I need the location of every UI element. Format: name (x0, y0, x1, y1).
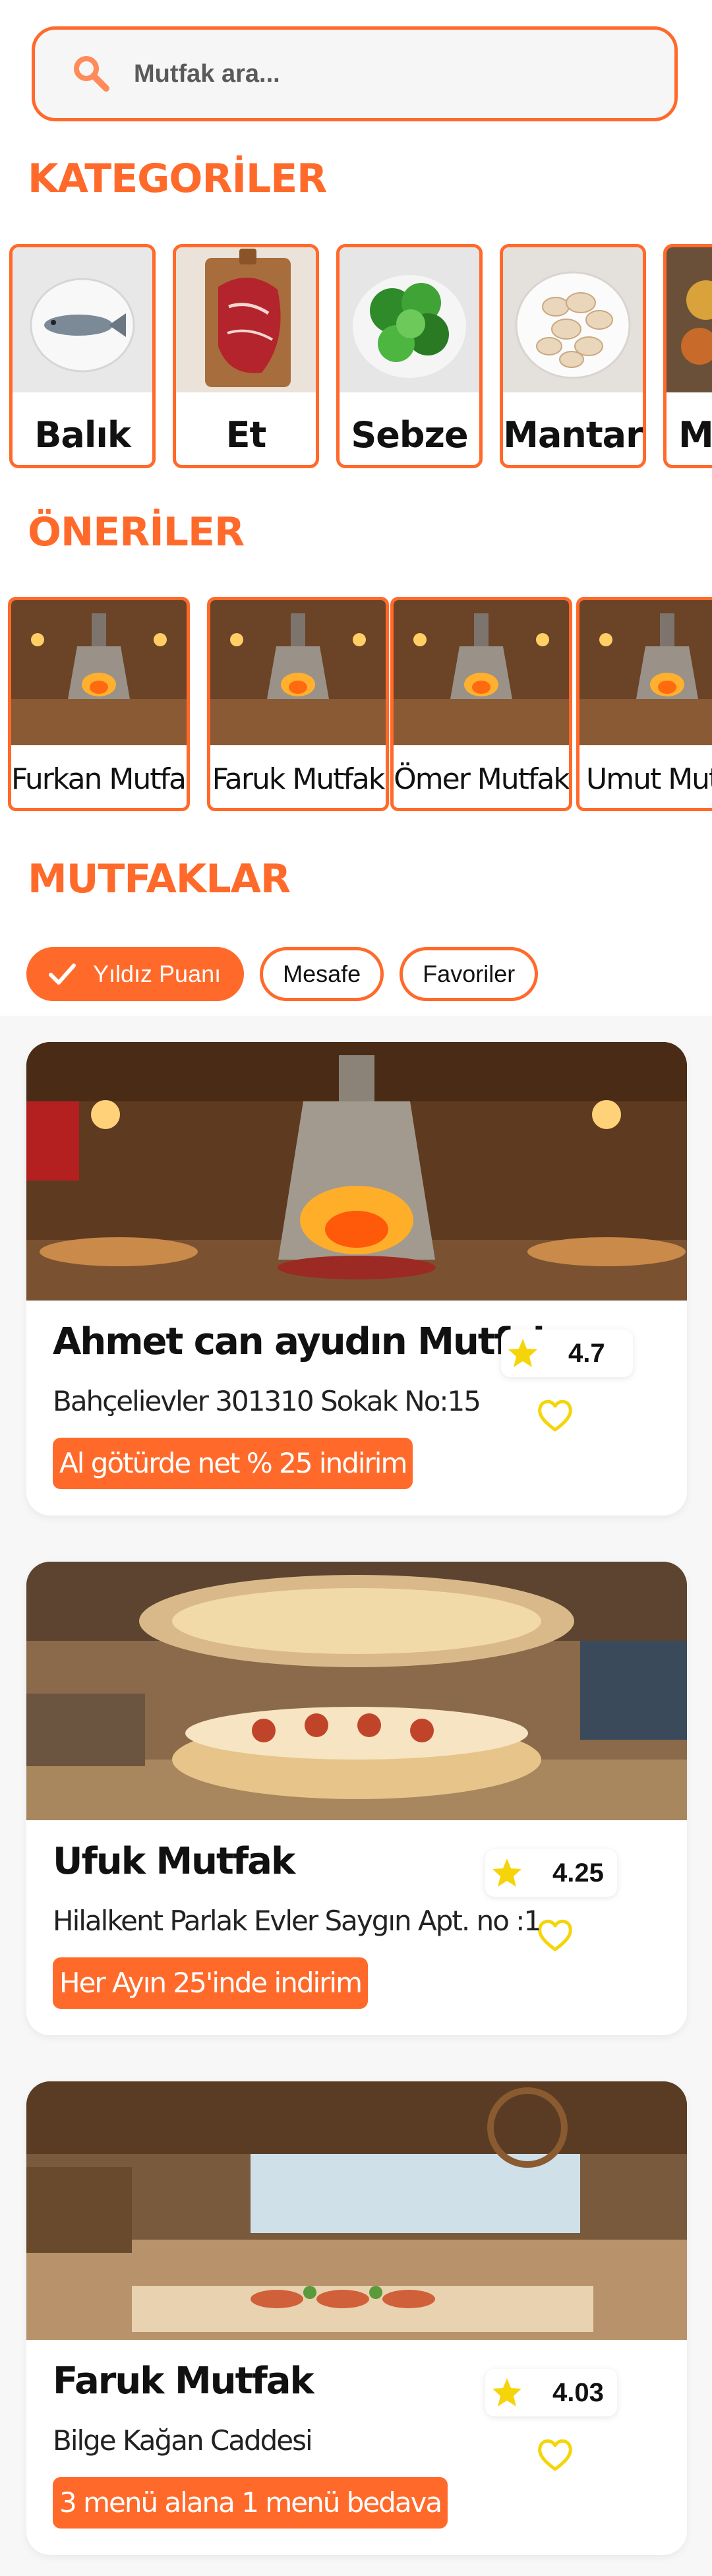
kitchen-name: Faruk Mutfak (53, 2360, 314, 2403)
search-input[interactable] (133, 59, 636, 89)
kitchen-image (26, 1562, 687, 1820)
suggestions-title: ÖNERİLER (28, 509, 245, 555)
suggestion-card[interactable]: Umut Mutfak (576, 597, 712, 811)
promo-badge: Al götürde net % 25 indirim (53, 1438, 413, 1489)
category-label: M (678, 414, 712, 456)
meat-image (176, 247, 316, 392)
category-card-meat[interactable]: Et (173, 244, 319, 468)
star-icon (508, 1339, 537, 1367)
suggestion-label: Faruk Mutfak (212, 762, 386, 796)
kitchen-address: Bahçelievler 301310 Sokak No:15 (53, 1385, 481, 1417)
category-label: Mantar (503, 414, 643, 456)
categories-title: KATEGORİLER (28, 156, 327, 202)
rating-badge: 4.7 (501, 1330, 633, 1377)
filter-distance-chip[interactable]: Mesafe (260, 947, 384, 1001)
search-bar[interactable] (32, 26, 678, 121)
rating-value: 4.03 (552, 2377, 604, 2407)
category-card-mushroom[interactable]: Mantar (500, 244, 646, 468)
heart-icon[interactable] (535, 1395, 575, 1435)
kitchens-title: MUTFAKLAR (28, 856, 291, 902)
filter-label: Yıldız Puanı (93, 960, 222, 987)
promo-badge: Her Ayın 25'inde indirim (53, 1957, 369, 2009)
promo-badge: 3 menü alana 1 menü bedava (53, 2477, 448, 2529)
suggestion-card[interactable]: Ömer Mutfak (390, 597, 572, 811)
heart-icon[interactable] (535, 2435, 575, 2474)
filter-rating-chip[interactable]: Yıldız Puanı (26, 947, 245, 1001)
category-card-vegetables[interactable]: Sebze (336, 244, 483, 468)
kitchen-address: Hilalkent Parlak Evler Saygın Apt. no :1 (53, 1905, 541, 1937)
restaurant-image (210, 600, 386, 745)
rating-badge: 4.25 (485, 1849, 617, 1897)
kitchen-card[interactable]: Faruk Mutfak 4.03 Bilge Kağan Caddesi 3 … (26, 2081, 687, 2555)
category-label: Et (225, 414, 267, 456)
restaurant-image (579, 600, 712, 745)
kitchen-image (26, 1042, 687, 1301)
fish-image (13, 247, 152, 392)
suggestion-label: Ömer Mutfak (394, 762, 569, 796)
kitchen-image (26, 2081, 687, 2340)
mushroom-image (503, 247, 643, 392)
category-label: Balık (34, 414, 131, 456)
category-label: Sebze (351, 414, 468, 456)
search-icon (74, 56, 109, 92)
suggestions-carousel[interactable]: Furkan Mutfak Faruk Mutfak Ömer Mutfak U… (8, 597, 712, 814)
filter-label: Favoriler (423, 960, 516, 987)
category-card-fish[interactable]: Balık (9, 244, 156, 468)
filter-chips: Yıldız Puanı Mesafe Favoriler (26, 947, 539, 1001)
suggestion-card[interactable]: Faruk Mutfak (207, 597, 389, 811)
suggestion-label: Furkan Mutfak (11, 762, 190, 796)
filter-label: Mesafe (283, 960, 361, 987)
star-icon (492, 2378, 521, 2407)
check-icon (49, 964, 76, 985)
star-icon (492, 1858, 521, 1887)
heart-icon[interactable] (535, 1915, 575, 1955)
restaurant-image (11, 600, 187, 745)
kitchen-name: Ahmet can ayudın Mutfak (53, 1320, 557, 1363)
restaurant-image (394, 600, 569, 745)
suggestion-label: Umut Mutfak (586, 762, 712, 796)
suggestion-card[interactable]: Furkan Mutfak (8, 597, 190, 811)
rating-value: 4.7 (568, 1338, 605, 1368)
kitchen-name: Ufuk Mutfak (53, 1840, 295, 1883)
category-card-partial[interactable]: M (663, 244, 712, 468)
vegetables-image (340, 247, 479, 392)
food-image (667, 247, 712, 392)
filter-favorites-chip[interactable]: Favoriler (400, 947, 539, 1001)
rating-badge: 4.03 (485, 2369, 617, 2416)
kitchen-card[interactable]: Ahmet can ayudın Mutfak 4.7 Bahçelievler… (26, 1042, 687, 1516)
rating-value: 4.25 (552, 1858, 604, 1887)
kitchen-address: Bilge Kağan Caddesi (53, 2424, 313, 2457)
kitchen-card[interactable]: Ufuk Mutfak 4.25 Hilalkent Parlak Evler … (26, 1562, 687, 2035)
categories-carousel[interactable]: Balık Et Sebze Mantar M (9, 244, 712, 472)
